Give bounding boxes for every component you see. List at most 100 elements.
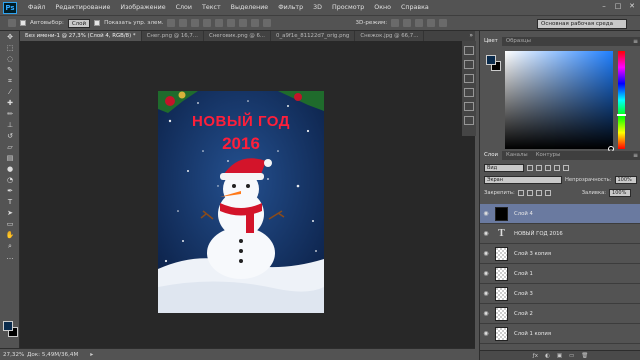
align-center-icon[interactable] [215, 19, 224, 27]
paragraph-panel-icon[interactable] [464, 88, 474, 97]
hue-slider[interactable] [618, 51, 625, 149]
quick-select-tool-icon[interactable]: ✎ [4, 65, 16, 75]
align-right-icon[interactable] [227, 19, 236, 27]
crop-tool-icon[interactable]: ⌗ [4, 76, 16, 86]
foreground-color-swatch[interactable] [3, 321, 13, 331]
fill-input[interactable]: 100% [609, 188, 632, 197]
tab-document-2[interactable]: Снег.png @ 16,7... [142, 31, 204, 41]
menu-file[interactable]: Файл [23, 4, 50, 11]
workspace-dropdown[interactable]: Основная рабочая среда [537, 19, 627, 29]
menu-3d[interactable]: 3D [308, 4, 327, 11]
visibility-eye-icon[interactable]: ◉ [480, 230, 492, 237]
history-panel-icon[interactable] [464, 46, 474, 55]
menu-image[interactable]: Изображение [115, 4, 170, 11]
more-tools-icon[interactable]: … [4, 252, 16, 262]
hue-slider-handle[interactable] [617, 114, 626, 116]
menu-window[interactable]: Окно [369, 4, 396, 11]
lock-all-icon[interactable] [544, 189, 551, 196]
slide-3d-icon[interactable] [427, 19, 436, 27]
zoom-level[interactable]: 27,32% [3, 352, 24, 358]
layer-row[interactable]: ◉ Слой 1 [480, 264, 640, 284]
adjustment-layer-icon[interactable]: ◐ [545, 353, 550, 359]
color-picker-field[interactable] [505, 51, 613, 149]
layer-row[interactable]: ◉ T НОВЫЙ ГОД 2016 [480, 224, 640, 244]
maximize-button[interactable]: □ [612, 1, 624, 11]
close-button[interactable]: ✕ [626, 1, 638, 11]
tab-paths[interactable]: Контуры [532, 151, 565, 160]
align-left-icon[interactable] [203, 19, 212, 27]
visibility-eye-icon[interactable]: ◉ [480, 330, 492, 337]
visibility-eye-icon[interactable]: ◉ [480, 270, 492, 277]
scale-3d-icon[interactable] [439, 19, 448, 27]
show-transform-checkbox[interactable] [94, 20, 101, 26]
tab-channels[interactable]: Каналы [502, 151, 532, 160]
distribute-h-icon[interactable] [251, 19, 260, 27]
align-top-icon[interactable] [167, 19, 176, 27]
move-tool-icon[interactable]: ✥ [4, 32, 16, 42]
new-layer-icon[interactable]: ▭ [569, 353, 574, 359]
color-panel-menu-icon[interactable]: ≡ [633, 37, 638, 46]
artwork-canvas[interactable]: НОВЫЙ ГОД 2016 [158, 91, 324, 313]
minimize-button[interactable]: – [598, 1, 610, 11]
tab-document-3[interactable]: Снеговик.png @ 6... [204, 31, 272, 41]
character-panel-icon[interactable] [464, 102, 474, 111]
menu-view[interactable]: Просмотр [327, 4, 369, 11]
distribute-icon[interactable] [239, 19, 248, 27]
pen-tool-icon[interactable]: ✒ [4, 186, 16, 196]
blur-tool-icon[interactable]: ● [4, 164, 16, 174]
tab-color[interactable]: Цвет [480, 37, 502, 46]
visibility-eye-icon[interactable]: ◉ [480, 210, 492, 217]
healing-brush-tool-icon[interactable]: ✚ [4, 98, 16, 108]
marquee-tool-icon[interactable]: ⬚ [4, 43, 16, 53]
hand-tool-icon[interactable]: ✋ [4, 230, 16, 240]
lock-position-icon[interactable] [535, 189, 542, 196]
move-tool-icon[interactable] [8, 19, 16, 27]
lock-pixels-icon[interactable] [526, 189, 533, 196]
menu-select[interactable]: Выделение [226, 4, 274, 11]
brushes-panel-icon[interactable] [464, 116, 474, 125]
layer-row[interactable]: ◉ Слой 4 [480, 204, 640, 224]
filter-adjust-icon[interactable] [536, 164, 542, 171]
auto-select-dropdown[interactable]: Слой [67, 18, 91, 28]
zoom-tool-icon[interactable]: ⌕ [4, 241, 16, 251]
filter-smart-icon[interactable] [563, 164, 569, 171]
status-menu-icon[interactable]: ▸ [90, 351, 93, 358]
trash-icon[interactable]: 🗑 [581, 353, 588, 359]
visibility-eye-icon[interactable]: ◉ [480, 310, 492, 317]
visibility-eye-icon[interactable]: ◉ [480, 250, 492, 257]
visibility-eye-icon[interactable]: ◉ [480, 290, 492, 297]
layer-row[interactable]: ◉ Слой 3 копия [480, 244, 640, 264]
new-group-icon[interactable]: ▣ [557, 353, 562, 359]
history-brush-tool-icon[interactable]: ↺ [4, 131, 16, 141]
lock-transparency-icon[interactable] [517, 189, 524, 196]
path-select-tool-icon[interactable]: ➤ [4, 208, 16, 218]
layer-row[interactable]: ◉ Слой 1 копия [480, 324, 640, 344]
layers-panel-menu-icon[interactable]: ≡ [633, 151, 638, 160]
align-bottom-icon[interactable] [191, 19, 200, 27]
filter-type-icon[interactable] [545, 164, 551, 171]
adjustments-panel-icon[interactable] [464, 74, 474, 83]
menu-filter[interactable]: Фильтр [273, 4, 308, 11]
tab-document-5[interactable]: Снежок.jpg @ 66,7... [355, 31, 425, 41]
tab-document-4[interactable]: 0_a9f1e_81122d7_orig.png [271, 31, 356, 41]
type-tool-icon[interactable]: T [4, 197, 16, 207]
eraser-tool-icon[interactable]: ▱ [4, 142, 16, 152]
align-middle-icon[interactable] [179, 19, 188, 27]
auto-select-checkbox[interactable] [20, 20, 26, 26]
menu-help[interactable]: Справка [396, 4, 434, 11]
layer-row[interactable]: ◉ Слой 2 [480, 304, 640, 324]
menu-edit[interactable]: Редактирование [50, 4, 115, 11]
filter-pixel-icon[interactable] [527, 164, 533, 171]
tab-swatches[interactable]: Образцы [502, 37, 535, 46]
filter-shape-icon[interactable] [554, 164, 560, 171]
menu-layers[interactable]: Слои [171, 4, 197, 11]
dodge-tool-icon[interactable]: ◔ [4, 175, 16, 185]
menu-type[interactable]: Текст [197, 4, 226, 11]
properties-panel-icon[interactable] [464, 60, 474, 69]
fx-icon[interactable]: ƒx [533, 353, 538, 359]
brush-tool-icon[interactable]: ✏ [4, 109, 16, 119]
layer-filter-dropdown[interactable]: Вид [484, 163, 524, 172]
opacity-input[interactable]: 100% [614, 175, 637, 184]
roll-3d-icon[interactable] [403, 19, 412, 27]
auto-align-icon[interactable] [263, 19, 272, 27]
